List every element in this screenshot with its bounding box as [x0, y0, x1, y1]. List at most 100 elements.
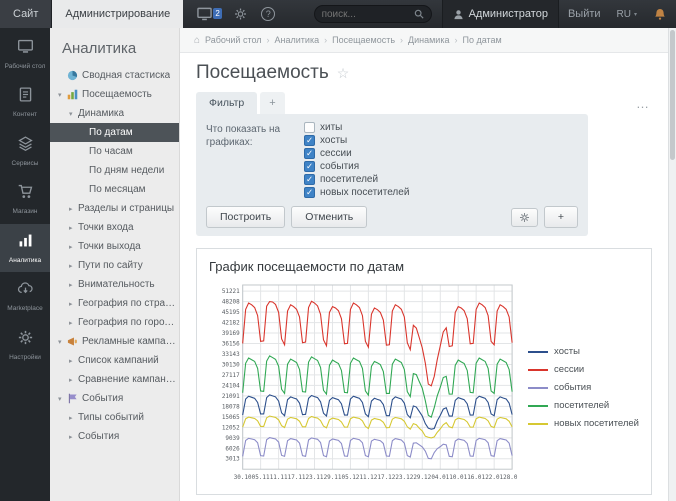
- rail-item-label: Рабочий стол: [5, 63, 46, 71]
- favorite-star-icon[interactable]: ☆: [337, 65, 350, 82]
- sidebar-item-razdely-i-stranitsy[interactable]: ▸Разделы и страницы: [50, 199, 179, 218]
- person-icon: [453, 9, 464, 20]
- search-icon: [414, 9, 424, 19]
- rail-item-desktop[interactable]: Рабочий стол: [0, 30, 50, 78]
- sidebar-item-sobytiya-list[interactable]: ▸События: [50, 427, 179, 446]
- checkbox-unchecked-icon[interactable]: [304, 122, 315, 133]
- page-menu-dots-icon[interactable]: …: [634, 96, 652, 114]
- svg-text:3013: 3013: [225, 456, 240, 463]
- sidebar-item-vnimatelnost[interactable]: ▸Внимательность: [50, 275, 179, 294]
- sidebar-item-geografiya-po-gorodam[interactable]: ▸География по городам: [50, 313, 179, 332]
- rail-item-services[interactable]: Сервисы: [0, 127, 50, 175]
- pie-chart-icon: [67, 70, 80, 81]
- build-button[interactable]: Построить: [206, 206, 285, 228]
- sidebar-item-poseshchaemost[interactable]: ▾Посещаемость: [50, 85, 179, 104]
- checkbox-checked-icon[interactable]: ✓: [304, 174, 315, 185]
- search-input[interactable]: [322, 9, 414, 20]
- svg-text:05.12: 05.12: [342, 474, 360, 481]
- rail-item-label: Аналитика: [9, 257, 41, 265]
- breadcrumb-item[interactable]: Рабочий стол: [205, 35, 262, 45]
- user-menu-button[interactable]: Администратор: [442, 0, 559, 28]
- expand-icon: ▸: [69, 319, 78, 327]
- filter-checkbox-row[interactable]: ✓новых посетителей: [304, 187, 409, 198]
- expand-icon: ▸: [69, 357, 78, 365]
- filter-panel: Что показать на графиках: хиты✓хосты✓сес…: [196, 114, 588, 236]
- svg-text:15065: 15065: [222, 414, 240, 421]
- left-icon-rail: Рабочий стол КонтентСервисыМагазин Аналити…: [0, 28, 50, 501]
- filter-tab[interactable]: Фильтр: [196, 92, 257, 114]
- checkbox-checked-icon[interactable]: ✓: [304, 135, 315, 146]
- rail-item-content[interactable]: Контент: [0, 78, 50, 126]
- legend-label: события: [554, 382, 591, 393]
- expand-icon: ▸: [69, 205, 78, 213]
- sidebar-item-tipy-sobytij[interactable]: ▸Типы событий: [50, 408, 179, 427]
- breadcrumb-item[interactable]: Динамика: [408, 35, 449, 45]
- sidebar-item-tochki-vhoda[interactable]: ▸Точки входа: [50, 218, 179, 237]
- sidebar-item-po-chasam[interactable]: По часам: [50, 142, 179, 161]
- sidebar-item-label: События: [82, 393, 123, 404]
- chart-card: График посещаемости по датам 30136026903…: [196, 248, 652, 495]
- sidebar-item-geografiya-po-stranam[interactable]: ▸География по странам: [50, 294, 179, 313]
- svg-text:11.11: 11.11: [270, 474, 288, 481]
- breadcrumb-item[interactable]: По датам: [462, 35, 501, 45]
- sidebar-item-puti-po-sajtu[interactable]: ▸Пути по сайту: [50, 256, 179, 275]
- main-content: ⌂Рабочий стол›Аналитика›Посещаемость›Дин…: [180, 28, 668, 501]
- tab-admin[interactable]: Администрирование: [52, 0, 183, 28]
- expand-icon: ▸: [69, 433, 78, 441]
- performance-monitor-icon[interactable]: 2: [197, 7, 212, 21]
- breadcrumb-item[interactable]: Посещаемость: [332, 35, 395, 45]
- scrollbar-thumb[interactable]: [670, 30, 675, 160]
- sidebar-item-spisok-kampanij[interactable]: ▸Список кампаний: [50, 351, 179, 370]
- breadcrumb-item[interactable]: Аналитика: [275, 35, 320, 45]
- svg-text:05.11: 05.11: [252, 474, 270, 481]
- checkbox-checked-icon[interactable]: ✓: [304, 148, 315, 159]
- sidebar-item-reklamnye-kampanii[interactable]: ▾Рекламные кампании: [50, 332, 179, 351]
- content-icon: [17, 86, 34, 108]
- rail-item-marketplace[interactable]: Marketplace: [0, 272, 50, 320]
- sidebar-item-tochki-vyhoda[interactable]: ▸Точки выхода: [50, 237, 179, 256]
- vertical-scrollbar[interactable]: [668, 28, 676, 501]
- sidebar-item-sobytiya[interactable]: ▾События: [50, 389, 179, 408]
- sidebar-item-po-mesyatsam[interactable]: По месяцам: [50, 180, 179, 199]
- checkbox-checked-icon[interactable]: ✓: [304, 161, 315, 172]
- filter-checkbox-row[interactable]: ✓посетителей: [304, 174, 409, 185]
- filter-checkbox-row[interactable]: ✓события: [304, 161, 409, 172]
- legend-swatch: [528, 405, 548, 407]
- sidebar-title: Аналитика: [50, 28, 179, 66]
- sidebar-item-po-dnyam-nedeli[interactable]: По дням недели: [50, 161, 179, 180]
- filter-checkbox-row[interactable]: ✓сессии: [304, 148, 409, 159]
- flag-icon: [67, 393, 80, 404]
- filter-checkbox-row[interactable]: ✓хосты: [304, 135, 409, 146]
- sidebar-item-dinamika[interactable]: ▾Динамика: [50, 104, 179, 123]
- rail-item-analytics[interactable]: Аналитика: [0, 224, 50, 272]
- language-selector[interactable]: RU ▾: [610, 0, 644, 28]
- add-filter-tab[interactable]: +: [260, 92, 284, 114]
- help-icon[interactable]: ?: [261, 7, 275, 21]
- rail-item-settings[interactable]: Настройки: [0, 321, 50, 369]
- notifications-badge: 2: [213, 8, 222, 19]
- settings-icon: [17, 329, 34, 351]
- filter-checkbox-row[interactable]: хиты: [304, 122, 409, 133]
- sidebar-item-po-datam[interactable]: По датам: [50, 123, 179, 142]
- chevron-down-icon: ▾: [634, 11, 637, 18]
- cancel-button[interactable]: Отменить: [291, 206, 367, 228]
- logout-link[interactable]: Выйти: [559, 0, 610, 28]
- expand-icon: ▸: [69, 376, 78, 384]
- gear-icon[interactable]: [233, 7, 248, 21]
- sidebar-item-svodnaya-statistika[interactable]: Сводная стаcтиска: [50, 66, 179, 85]
- svg-text:51221: 51221: [222, 288, 240, 295]
- svg-text:39169: 39169: [222, 330, 240, 337]
- sidebar-item-label: География по городам: [78, 317, 176, 328]
- sidebar-item-sravnenie-kampanij[interactable]: ▸Сравнение кампаний: [50, 370, 179, 389]
- rail-item-store[interactable]: Магазин: [0, 175, 50, 223]
- search-box: [314, 5, 432, 23]
- tab-site[interactable]: Сайт: [0, 0, 52, 28]
- filter-add-button[interactable]: +: [544, 206, 578, 228]
- svg-text:29.11: 29.11: [324, 474, 342, 481]
- user-label: Администратор: [469, 8, 548, 20]
- checkbox-checked-icon[interactable]: ✓: [304, 187, 315, 198]
- svg-text:30130: 30130: [222, 362, 240, 369]
- bell-icon[interactable]: [644, 0, 676, 28]
- sidebar-item-label: Сводная стаcтиска: [82, 70, 170, 81]
- filter-settings-gear-button[interactable]: [511, 208, 538, 227]
